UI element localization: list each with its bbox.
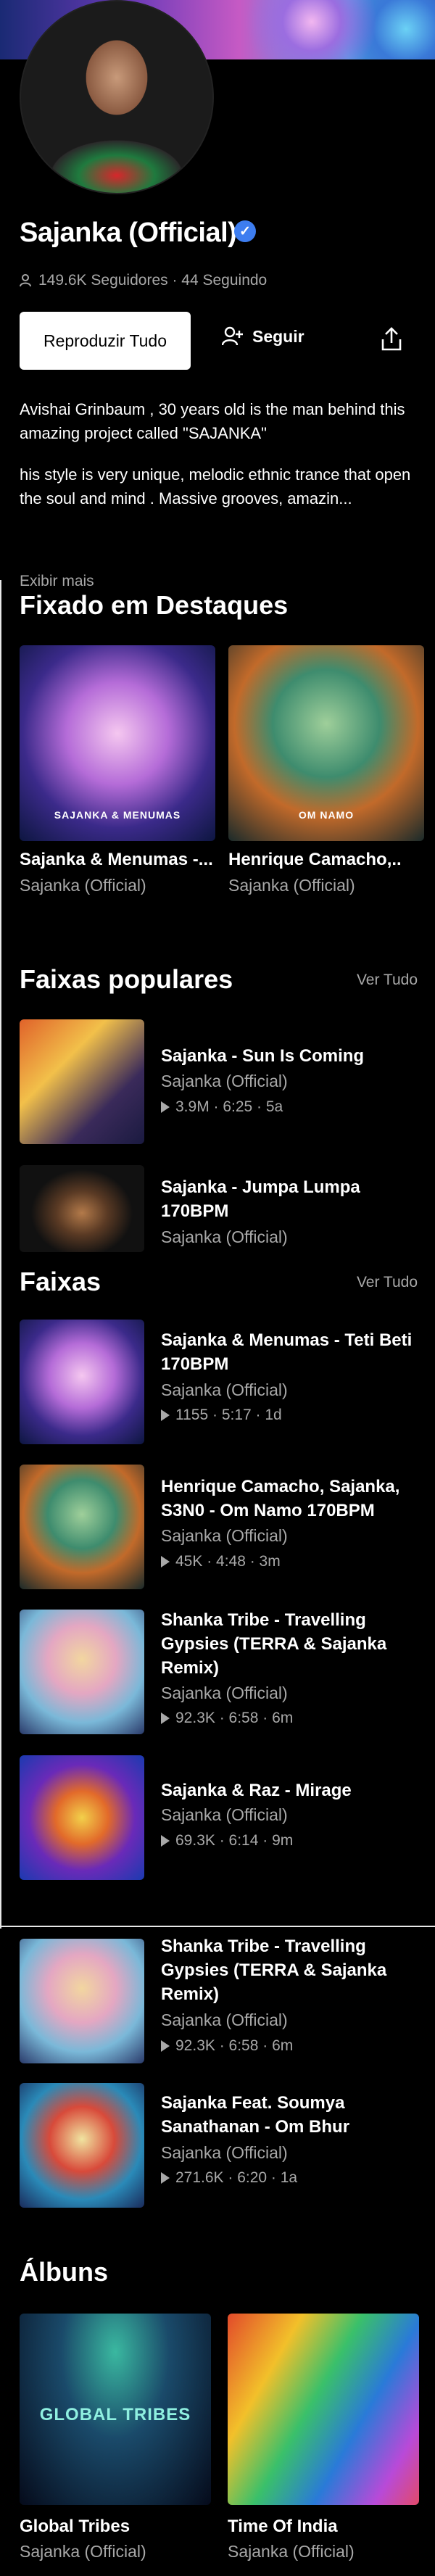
show-more-link[interactable]: Exibir mais [20, 573, 94, 590]
track-artist[interactable]: Sajanka (Official) [161, 1683, 288, 1703]
followers-stats[interactable]: 149.6K Seguidores · 44 Seguindo [20, 272, 267, 289]
art-title-text: SAJANKA & MENUMAS [54, 809, 181, 821]
artist-avatar [20, 0, 214, 194]
track-artwork[interactable] [20, 1939, 144, 2063]
pinned-card-artist[interactable]: Sajanka (Official) [228, 876, 424, 895]
track-meta: 69.3K · 6:14 · 9m [161, 1832, 293, 1850]
track-meta: 92.3K · 6:58 · 6m [161, 1710, 293, 1727]
popular-see-all-link[interactable]: Ver Tudo [357, 972, 418, 989]
album-card-artist[interactable]: Sajanka (Official) [228, 2542, 423, 2561]
album-card-art[interactable] [228, 2314, 419, 2505]
track-meta-text: 92.3K · 6:58 · 6m [175, 1710, 294, 1726]
track-meta: 1155 · 5:17 · 1d [161, 1407, 282, 1424]
album-card-artist[interactable]: Sajanka (Official) [20, 2542, 215, 2561]
track-artwork[interactable] [20, 1320, 144, 1444]
track-artist[interactable]: Sajanka (Official) [161, 1526, 288, 1546]
play-count-icon [161, 1835, 170, 1847]
track-title[interactable]: Shanka Tribe - Travelling Gypsies (TERRA… [161, 1608, 415, 1680]
artist-name: Sajanka (Official) [20, 218, 237, 248]
track-artwork[interactable] [20, 1019, 144, 1144]
selection-edge [0, 580, 1, 1929]
track-artist[interactable]: Sajanka (Official) [161, 1805, 288, 1825]
track-title[interactable]: Sajanka - Jumpa Lumpa 170BPM [161, 1175, 415, 1223]
track-artist[interactable]: Sajanka (Official) [161, 2143, 288, 2163]
add-user-icon [222, 326, 243, 346]
share-icon [381, 327, 402, 351]
track-artist[interactable]: Sajanka (Official) [161, 1072, 288, 1091]
play-count-icon [161, 1712, 170, 1724]
track-artist[interactable]: Sajanka (Official) [161, 1227, 288, 1247]
track-meta: 92.3K · 6:58 · 6m [161, 2037, 293, 2055]
popular-section-title: Faixas populares [20, 964, 233, 994]
pinned-card-title[interactable]: Sajanka & Menumas -... [20, 850, 215, 870]
play-count-icon [161, 1409, 170, 1421]
tracks-section-title: Faixas [20, 1267, 237, 1297]
track-meta: 45K · 4:48 · 3m [161, 1553, 281, 1570]
followers-text: 149.6K Seguidores · 44 Seguindo [38, 272, 268, 289]
play-count-icon [161, 2040, 170, 2052]
track-meta: 271.6K · 6:20 · 1a [161, 2169, 297, 2187]
album-card-title[interactable]: Global Tribes [20, 2517, 215, 2537]
play-all-button[interactable]: Reproduzir Tudo [20, 312, 191, 370]
art-title-text: OM NAMO [298, 809, 355, 821]
track-meta: 3.9M · 6:25 · 5a [161, 1098, 283, 1116]
pinned-section-title: Fixado em Destaques [20, 590, 289, 620]
bio-paragraph-2: his style is very unique, melodic ethnic… [20, 465, 411, 508]
albums-section-title: Álbuns [20, 2257, 108, 2287]
play-count-icon [161, 2172, 170, 2184]
album-card-title[interactable]: Time Of India [228, 2517, 423, 2537]
bio-paragraph-1: Avishai Grinbaum , 30 years old is the m… [20, 400, 405, 442]
pinned-card-art[interactable]: SAJANKA & MENUMAS [20, 645, 215, 841]
track-artwork[interactable] [20, 1610, 144, 1734]
play-count-icon [161, 1101, 170, 1113]
track-title[interactable]: Sajanka & Raz - Mirage [161, 1778, 415, 1802]
track-title[interactable]: Henrique Camacho, Sajanka, S3N0 - Om Nam… [161, 1475, 415, 1523]
track-artwork[interactable] [20, 2083, 144, 2208]
track-meta-text: 1155 · 5:17 · 1d [175, 1407, 282, 1423]
play-count-icon [161, 1556, 170, 1567]
follow-button[interactable]: Seguir [222, 326, 304, 347]
track-artist[interactable]: Sajanka (Official) [161, 2010, 288, 2030]
user-icon [20, 274, 31, 287]
track-meta-text: 3.9M · 6:25 · 5a [175, 1098, 283, 1115]
share-button[interactable] [377, 325, 406, 354]
follow-label: Seguir [252, 326, 304, 346]
pinned-card-artist[interactable]: Sajanka (Official) [20, 876, 215, 895]
pinned-card-title[interactable]: Henrique Camacho,... [228, 850, 402, 870]
track-title[interactable]: Sajanka & Menumas - Teti Beti 170BPM [161, 1328, 415, 1376]
track-meta-text: 271.6K · 6:20 · 1a [175, 2169, 298, 2186]
track-title[interactable]: Sajanka - Sun Is Coming [161, 1044, 415, 1068]
track-title[interactable]: Sajanka Feat. Soumya Sanathanan - Om Bhu… [161, 2091, 415, 2139]
track-artwork[interactable] [20, 1465, 144, 1589]
track-artwork[interactable] [20, 1755, 144, 1880]
track-meta-text: 69.3K · 6:14 · 9m [175, 1832, 294, 1849]
track-artist[interactable]: Sajanka (Official) [161, 1380, 288, 1400]
track-meta-text: 92.3K · 6:58 · 6m [175, 2037, 294, 2054]
section-divider [0, 1926, 435, 1927]
art-title-text: GLOBAL TRIBES [39, 2405, 191, 2424]
track-artwork[interactable] [20, 1165, 144, 1252]
track-meta-text: 45K · 4:48 · 3m [175, 1553, 281, 1570]
tracks-see-all-link[interactable]: Ver Tudo [357, 1274, 418, 1291]
pinned-card-art[interactable]: OM NAMO [228, 645, 424, 841]
album-card-art[interactable]: GLOBAL TRIBES [20, 2314, 211, 2505]
verified-badge-icon: ✓ [234, 220, 256, 242]
track-title[interactable]: Shanka Tribe - Travelling Gypsies (TERRA… [161, 1934, 415, 2006]
